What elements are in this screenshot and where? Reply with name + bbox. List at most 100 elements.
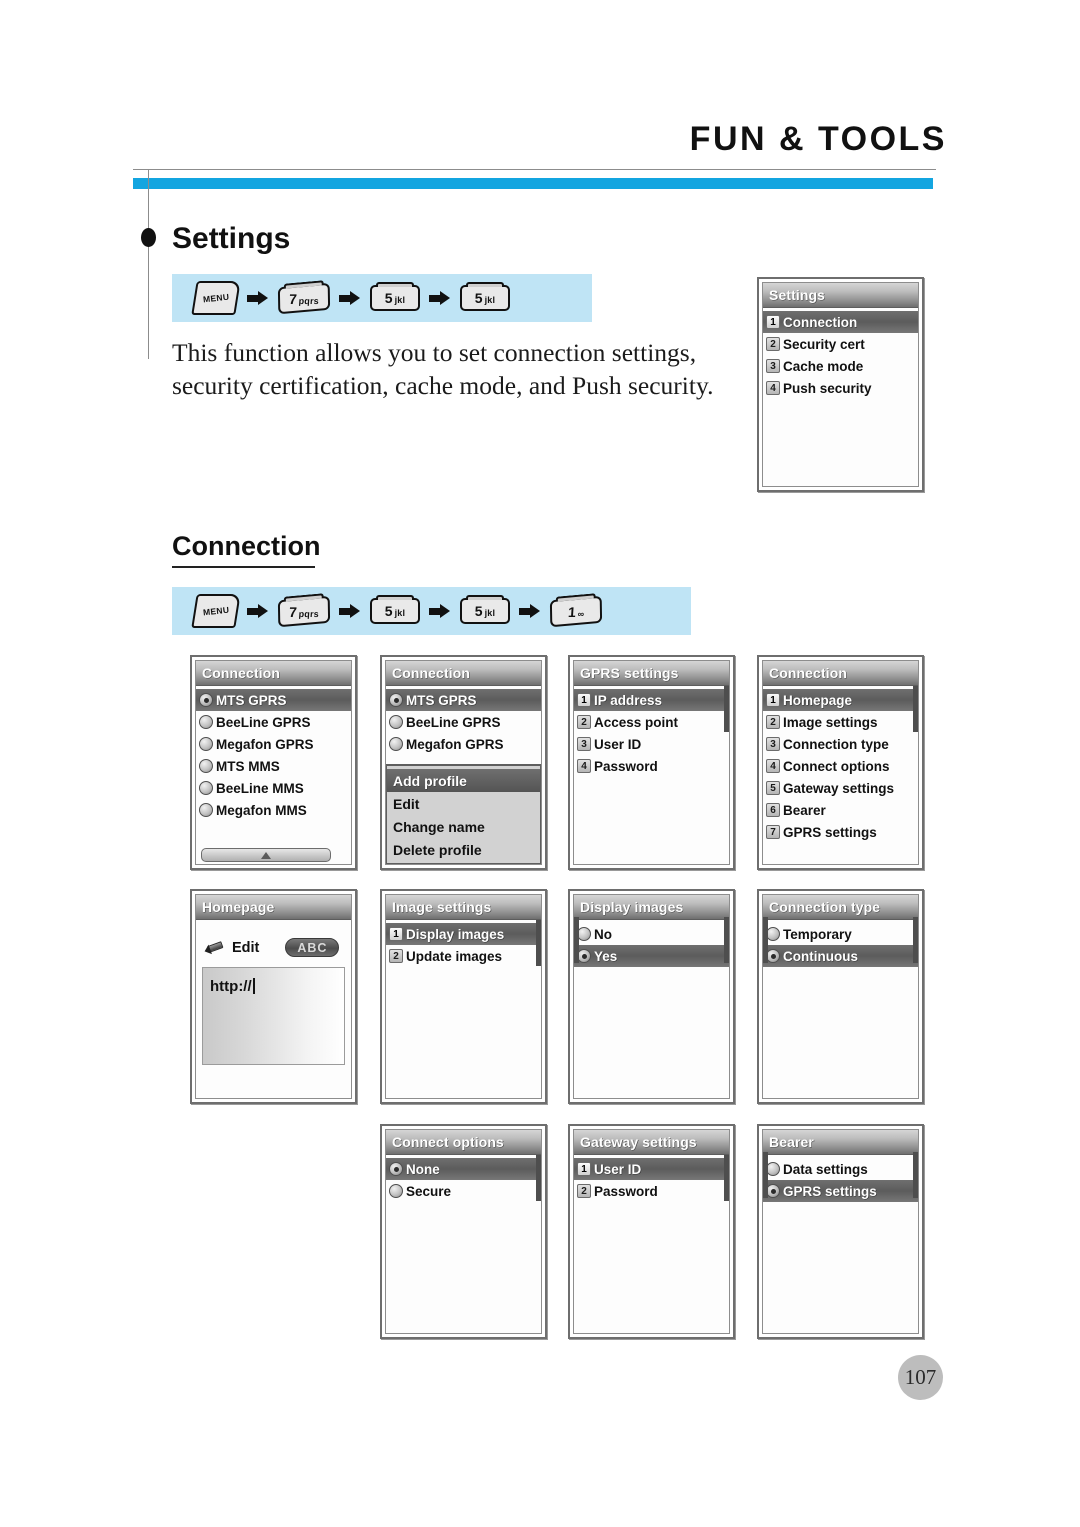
menu-item[interactable]: 7 GPRS settings: [763, 821, 918, 843]
soft-key-indicator[interactable]: [201, 848, 331, 862]
input-mode-label: ABC: [297, 940, 328, 955]
menu-item-label: Gateway settings: [783, 780, 895, 796]
scrollbar[interactable]: [724, 686, 729, 732]
scrollbar[interactable]: [724, 917, 729, 963]
menu-item[interactable]: 1 Display images: [386, 923, 541, 945]
scrollbar[interactable]: [913, 917, 918, 963]
menu-item[interactable]: Data settings: [763, 1158, 918, 1180]
scrollbar[interactable]: [913, 1152, 918, 1198]
radio-button-icon[interactable]: [389, 737, 403, 751]
radio-button-icon[interactable]: [766, 1184, 780, 1198]
menu-item[interactable]: 2 Security cert: [763, 333, 918, 355]
scrollbar-left[interactable]: [574, 917, 579, 963]
radio-button-icon[interactable]: [199, 781, 213, 795]
menu-item[interactable]: 1 IP address: [574, 689, 729, 711]
scrollbar[interactable]: [913, 686, 918, 732]
menu-item[interactable]: 3 Cache mode: [763, 355, 918, 377]
item-number-badge: 1: [766, 693, 780, 707]
scrollbar[interactable]: [724, 1155, 729, 1201]
menu-item[interactable]: MTS GPRS: [386, 689, 541, 711]
scrollbar-left[interactable]: [763, 1152, 768, 1198]
menu-item[interactable]: 6 Bearer: [763, 799, 918, 821]
radio-button-icon[interactable]: [766, 1162, 780, 1176]
url-input-field[interactable]: http://: [202, 967, 345, 1065]
menu-item-label: Update images: [406, 948, 503, 964]
screen-body: MTS GPRS BeeLine GPRS Megafon GPRS: [386, 686, 541, 755]
menu-item[interactable]: MTS GPRS: [196, 689, 351, 711]
menu-item[interactable]: Yes: [574, 945, 729, 967]
menu-item[interactable]: 2 Password: [574, 1180, 729, 1202]
menu-item-label: Security cert: [783, 336, 865, 352]
screen-connect-options: Connect options None Secure: [380, 1124, 547, 1339]
radio-button-icon[interactable]: [199, 759, 213, 773]
scrollbar[interactable]: [536, 1155, 541, 1201]
radio-button-icon[interactable]: [577, 927, 591, 941]
menu-item[interactable]: 1 Homepage: [763, 689, 918, 711]
scrollbar[interactable]: [536, 920, 541, 966]
menu-item-label: MTS MMS: [216, 758, 280, 774]
menu-item[interactable]: BeeLine MMS: [196, 777, 351, 799]
menu-item[interactable]: 4 Connect options: [763, 755, 918, 777]
menu-item[interactable]: 4 Push security: [763, 377, 918, 399]
menu-item[interactable]: 3 User ID: [574, 733, 729, 755]
menu-item[interactable]: 2 Update images: [386, 945, 541, 967]
page-header: FUN & TOOLS: [0, 120, 1080, 359]
menu-item[interactable]: 1 Connection: [763, 311, 918, 333]
item-number-badge: 2: [577, 715, 591, 729]
radio-button-icon[interactable]: [199, 803, 213, 817]
menu-item[interactable]: 4 Password: [574, 755, 729, 777]
menu-item[interactable]: BeeLine GPRS: [196, 711, 351, 733]
popup-menu-item[interactable]: Edit: [387, 792, 540, 815]
menu-item-label: No: [594, 926, 612, 942]
radio-button-icon[interactable]: [766, 949, 780, 963]
radio-button-icon[interactable]: [389, 693, 403, 707]
radio-button-icon[interactable]: [199, 737, 213, 751]
menu-item[interactable]: Secure: [386, 1180, 541, 1202]
scrollbar-left[interactable]: [763, 917, 768, 963]
popup-menu-item[interactable]: Change name: [387, 815, 540, 838]
menu-item[interactable]: Megafon GPRS: [386, 733, 541, 755]
radio-button-icon[interactable]: [199, 693, 213, 707]
menu-item[interactable]: 5 Gateway settings: [763, 777, 918, 799]
menu-item[interactable]: Temporary: [763, 923, 918, 945]
screen-body: 1 User ID 2 Password: [574, 1155, 729, 1202]
screen-body: Data settings GPRS settings: [763, 1152, 918, 1202]
radio-button-icon[interactable]: [766, 927, 780, 941]
menu-item[interactable]: Megafon MMS: [196, 799, 351, 821]
menu-item-label: None: [406, 1161, 440, 1177]
menu-item[interactable]: 3 Connection type: [763, 733, 918, 755]
screen-inner: Connection type Temporary Continuous: [762, 894, 919, 1099]
menu-item[interactable]: No: [574, 923, 729, 945]
menu-item[interactable]: None: [386, 1158, 541, 1180]
radio-button-icon[interactable]: [389, 715, 403, 729]
popup-menu-item[interactable]: Delete profile: [387, 838, 540, 861]
menu-item-label: Megafon GPRS: [406, 736, 504, 752]
screen-inner: Image settings 1 Display images 2 Update ima…: [385, 894, 542, 1099]
radio-button-icon[interactable]: [389, 1162, 403, 1176]
screen-body: None Secure: [386, 1155, 541, 1202]
key-sub-label: jkl: [484, 608, 496, 618]
key-top-edge: [283, 592, 324, 602]
menu-item-label: Connection type: [783, 736, 889, 752]
menu-item[interactable]: 2 Access point: [574, 711, 729, 733]
key-5-icon: 5 jkl: [370, 282, 420, 311]
radio-button-icon[interactable]: [389, 1184, 403, 1198]
screen-title-text: Homepage: [202, 899, 275, 915]
screen-title-text: Gateway settings: [580, 1134, 697, 1150]
arrow-right-icon: [339, 291, 361, 305]
menu-item[interactable]: Megafon GPRS: [196, 733, 351, 755]
input-mode-badge[interactable]: ABC: [285, 938, 340, 957]
section-title: Settings: [172, 222, 291, 255]
menu-item[interactable]: BeeLine GPRS: [386, 711, 541, 733]
menu-item[interactable]: Continuous: [763, 945, 918, 967]
radio-button-icon[interactable]: [577, 949, 591, 963]
screen-title-text: Connection type: [769, 899, 881, 915]
menu-item[interactable]: GPRS settings: [763, 1180, 918, 1202]
radio-button-icon[interactable]: [199, 715, 213, 729]
menu-item[interactable]: MTS MMS: [196, 755, 351, 777]
menu-item[interactable]: 2 Image settings: [763, 711, 918, 733]
popup-menu-item[interactable]: Add profile: [387, 769, 540, 792]
screen-title-bar: Connection: [763, 661, 918, 686]
key-5-icon: 5 jkl: [460, 595, 510, 624]
menu-item[interactable]: 1 User ID: [574, 1158, 729, 1180]
